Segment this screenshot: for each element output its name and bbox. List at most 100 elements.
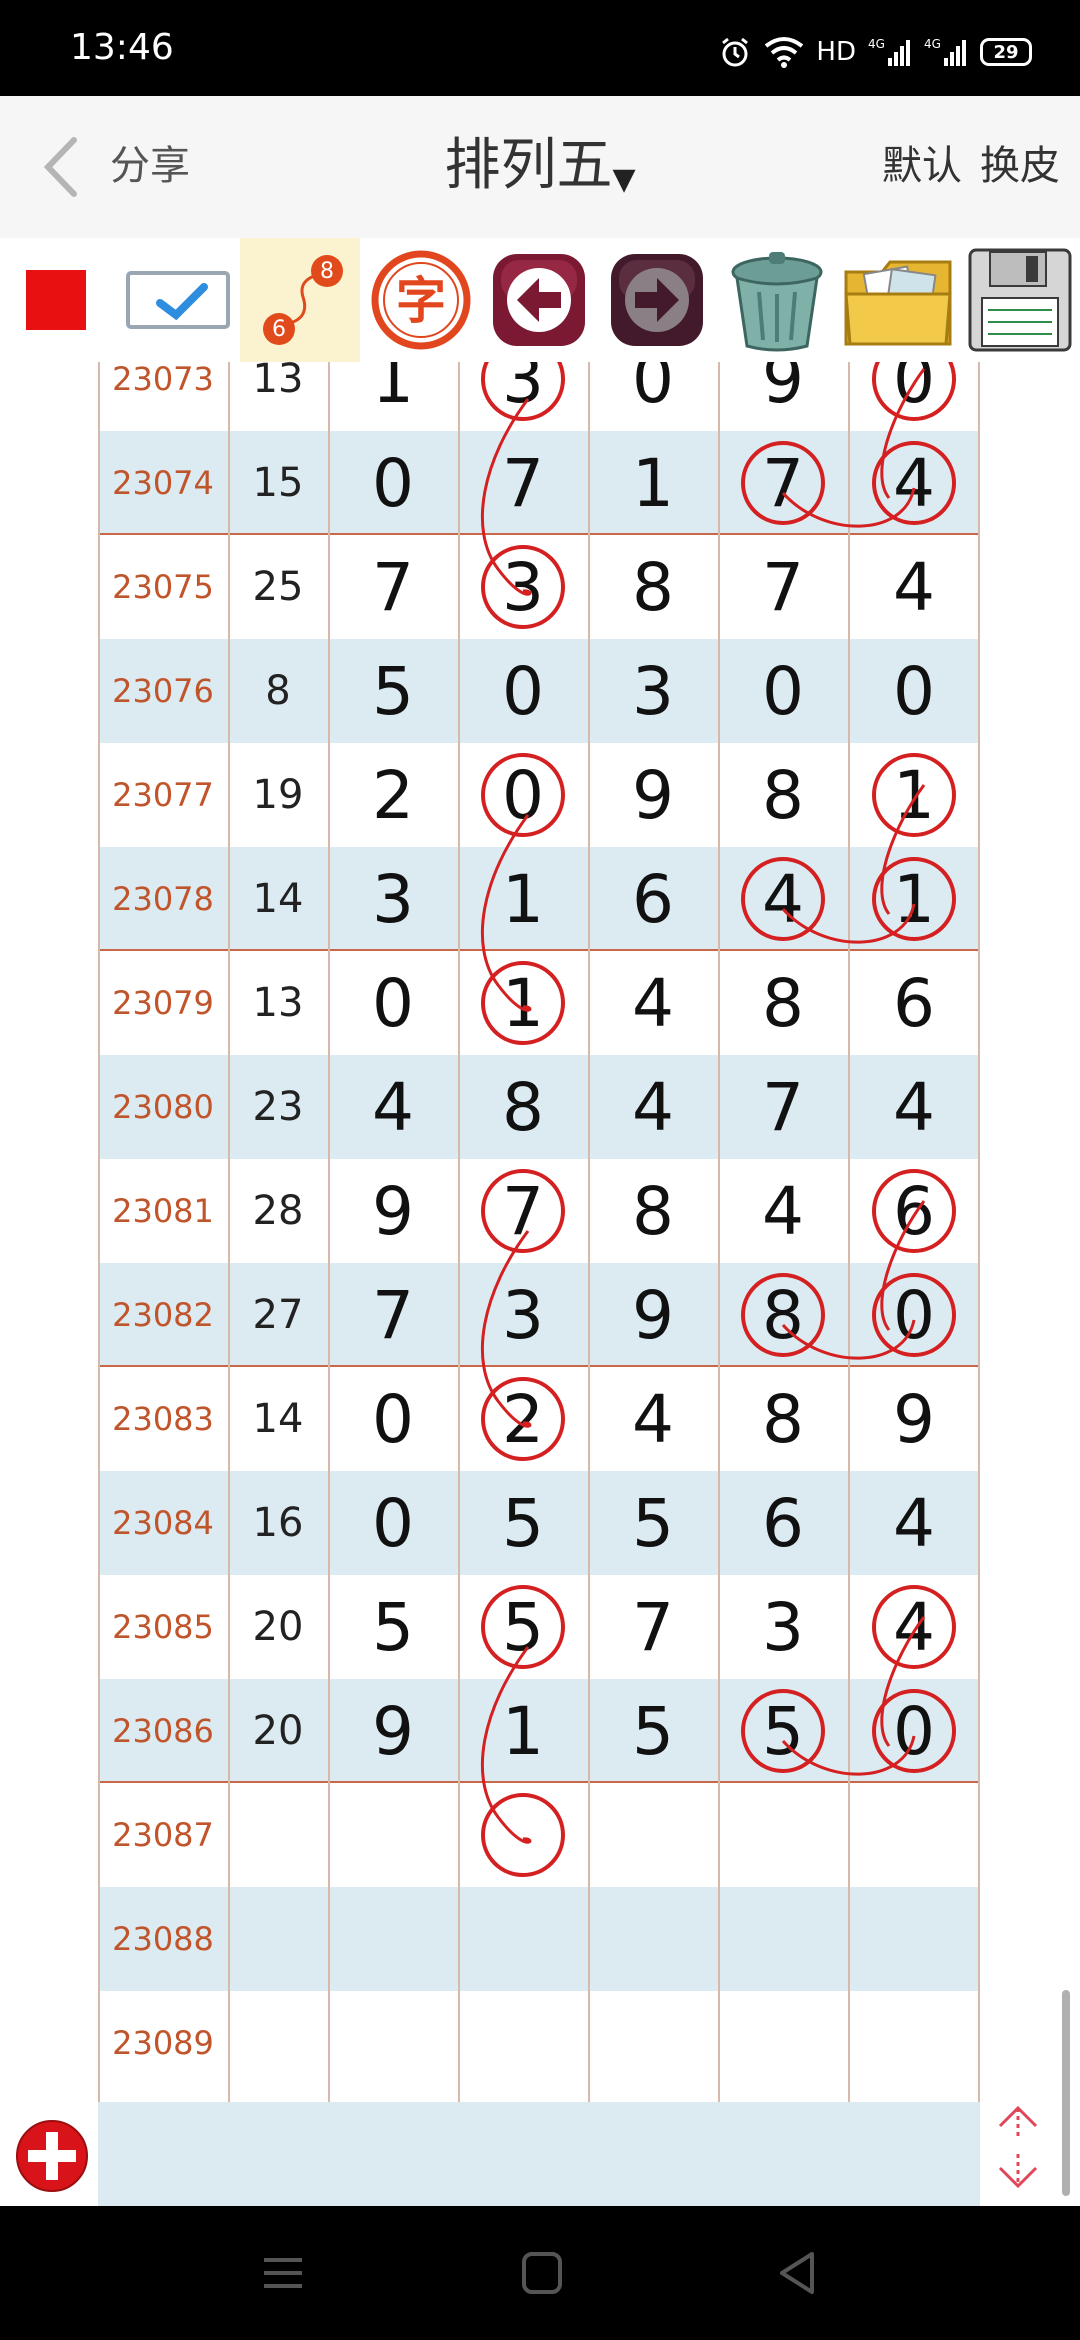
digit-cell[interactable]: 4 (848, 1055, 980, 1159)
add-icon[interactable] (14, 2118, 90, 2194)
digit-cell[interactable]: 0 (848, 362, 980, 431)
gallery-button[interactable] (840, 238, 958, 362)
digit-cell[interactable]: 0 (328, 1471, 458, 1575)
digit-cell[interactable]: 0 (848, 1679, 980, 1783)
digit-cell[interactable]: 9 (588, 1263, 718, 1367)
digit-cell[interactable]: 0 (848, 639, 980, 743)
digit-cell[interactable] (588, 1991, 718, 2095)
digit-cell[interactable]: 4 (588, 1367, 718, 1471)
digit-cell[interactable]: 9 (328, 1679, 458, 1783)
digit-cell[interactable]: 1 (458, 1679, 588, 1783)
digit-cell[interactable]: 8 (458, 1055, 588, 1159)
digit-cell[interactable]: 1 (458, 847, 588, 951)
scrollbar[interactable] (1062, 1990, 1070, 2196)
digit-cell[interactable] (328, 1991, 458, 2095)
digit-cell[interactable]: 7 (588, 1575, 718, 1679)
digit-cell[interactable]: 9 (328, 1159, 458, 1263)
digit-cell[interactable]: 8 (718, 951, 848, 1055)
digit-cell[interactable]: 7 (458, 431, 588, 535)
digit-cell[interactable]: 3 (458, 362, 588, 431)
digit-cell[interactable]: 8 (588, 535, 718, 639)
digit-cell[interactable]: 1 (588, 431, 718, 535)
digit-cell[interactable]: 9 (848, 1367, 980, 1471)
digit-cell[interactable]: 1 (328, 362, 458, 431)
save-button[interactable] (962, 238, 1078, 362)
digit-cell[interactable]: 7 (328, 1263, 458, 1367)
undo-button[interactable] (484, 238, 594, 362)
digit-cell[interactable] (458, 1991, 588, 2095)
digit-cell[interactable]: 6 (718, 1471, 848, 1575)
digit-cell[interactable]: 6 (848, 951, 980, 1055)
digit-cell[interactable]: 5 (458, 1471, 588, 1575)
home-icon[interactable] (514, 2248, 568, 2298)
digit-cell[interactable]: 7 (718, 1055, 848, 1159)
digit-cell[interactable]: 8 (718, 1263, 848, 1367)
digit-cell[interactable]: 8 (588, 1159, 718, 1263)
digit-cell[interactable] (458, 1887, 588, 1991)
digit-cell[interactable]: 4 (848, 535, 980, 639)
digit-cell[interactable] (588, 1887, 718, 1991)
scroll-arrows-icon[interactable] (994, 2104, 1042, 2190)
digit-cell[interactable]: 0 (328, 431, 458, 535)
digit-cell[interactable] (718, 1783, 848, 1887)
digit-cell[interactable]: 0 (458, 639, 588, 743)
digit-cell[interactable]: 4 (718, 847, 848, 951)
digit-cell[interactable]: 0 (458, 743, 588, 847)
digit-cell[interactable]: 4 (848, 1575, 980, 1679)
back-icon[interactable] (770, 2248, 824, 2298)
digit-cell[interactable]: 6 (588, 847, 718, 951)
digit-cell[interactable]: 0 (718, 639, 848, 743)
digit-cell[interactable]: 7 (718, 431, 848, 535)
digit-cell[interactable]: 4 (848, 1471, 980, 1575)
default-button[interactable]: 默认 (882, 143, 962, 189)
digit-cell[interactable]: 4 (588, 1055, 718, 1159)
digit-cell[interactable] (848, 1887, 980, 1991)
digit-cell[interactable]: 4 (328, 1055, 458, 1159)
digit-cell[interactable]: 7 (458, 1159, 588, 1263)
digit-cell[interactable]: 1 (848, 847, 980, 951)
digit-cell[interactable] (848, 1991, 980, 2095)
digit-cell[interactable]: 9 (588, 743, 718, 847)
digit-cell[interactable] (328, 1783, 458, 1887)
text-tool-button[interactable]: 字 (366, 238, 476, 362)
digit-cell[interactable]: 3 (588, 639, 718, 743)
digit-cell[interactable]: 1 (848, 743, 980, 847)
digit-cell[interactable]: 2 (328, 743, 458, 847)
digit-cell[interactable] (848, 1783, 980, 1887)
digit-cell[interactable]: 3 (328, 847, 458, 951)
digit-cell[interactable]: 4 (588, 951, 718, 1055)
color-swatch-button[interactable] (20, 238, 92, 362)
digit-cell[interactable]: 4 (848, 431, 980, 535)
digit-cell[interactable]: 5 (328, 639, 458, 743)
digit-cell[interactable]: 5 (458, 1575, 588, 1679)
digit-cell[interactable] (718, 1887, 848, 1991)
digit-cell[interactable]: 0 (588, 362, 718, 431)
redo-button[interactable] (602, 238, 712, 362)
digit-cell[interactable]: 3 (458, 535, 588, 639)
digit-cell[interactable]: 0 (328, 1367, 458, 1471)
delete-button[interactable] (718, 238, 836, 362)
digit-cell[interactable]: 5 (588, 1679, 718, 1783)
digit-cell[interactable]: 6 (848, 1159, 980, 1263)
connect-lines-button[interactable]: 8 6 (240, 238, 360, 362)
menu-icon[interactable] (256, 2248, 310, 2298)
digit-cell[interactable]: 5 (718, 1679, 848, 1783)
digit-cell[interactable] (588, 1783, 718, 1887)
digit-cell[interactable]: 2 (458, 1367, 588, 1471)
digit-cell[interactable]: 0 (848, 1263, 980, 1367)
digit-cell[interactable]: 5 (328, 1575, 458, 1679)
digit-cell[interactable] (328, 1887, 458, 1991)
check-toggle-button[interactable] (124, 238, 234, 362)
digit-cell[interactable]: 3 (718, 1575, 848, 1679)
digit-cell[interactable]: 9 (718, 362, 848, 431)
change-skin-button[interactable]: 换皮 (980, 143, 1060, 189)
digit-cell[interactable]: 8 (718, 743, 848, 847)
digit-cell[interactable]: 7 (718, 535, 848, 639)
digit-cell[interactable]: 5 (588, 1471, 718, 1575)
digit-cell[interactable]: 4 (718, 1159, 848, 1263)
digit-cell[interactable] (458, 1783, 588, 1887)
digit-cell[interactable]: 1 (458, 951, 588, 1055)
digit-cell[interactable]: 0 (328, 951, 458, 1055)
digit-cell[interactable]: 3 (458, 1263, 588, 1367)
digit-cell[interactable]: 8 (718, 1367, 848, 1471)
